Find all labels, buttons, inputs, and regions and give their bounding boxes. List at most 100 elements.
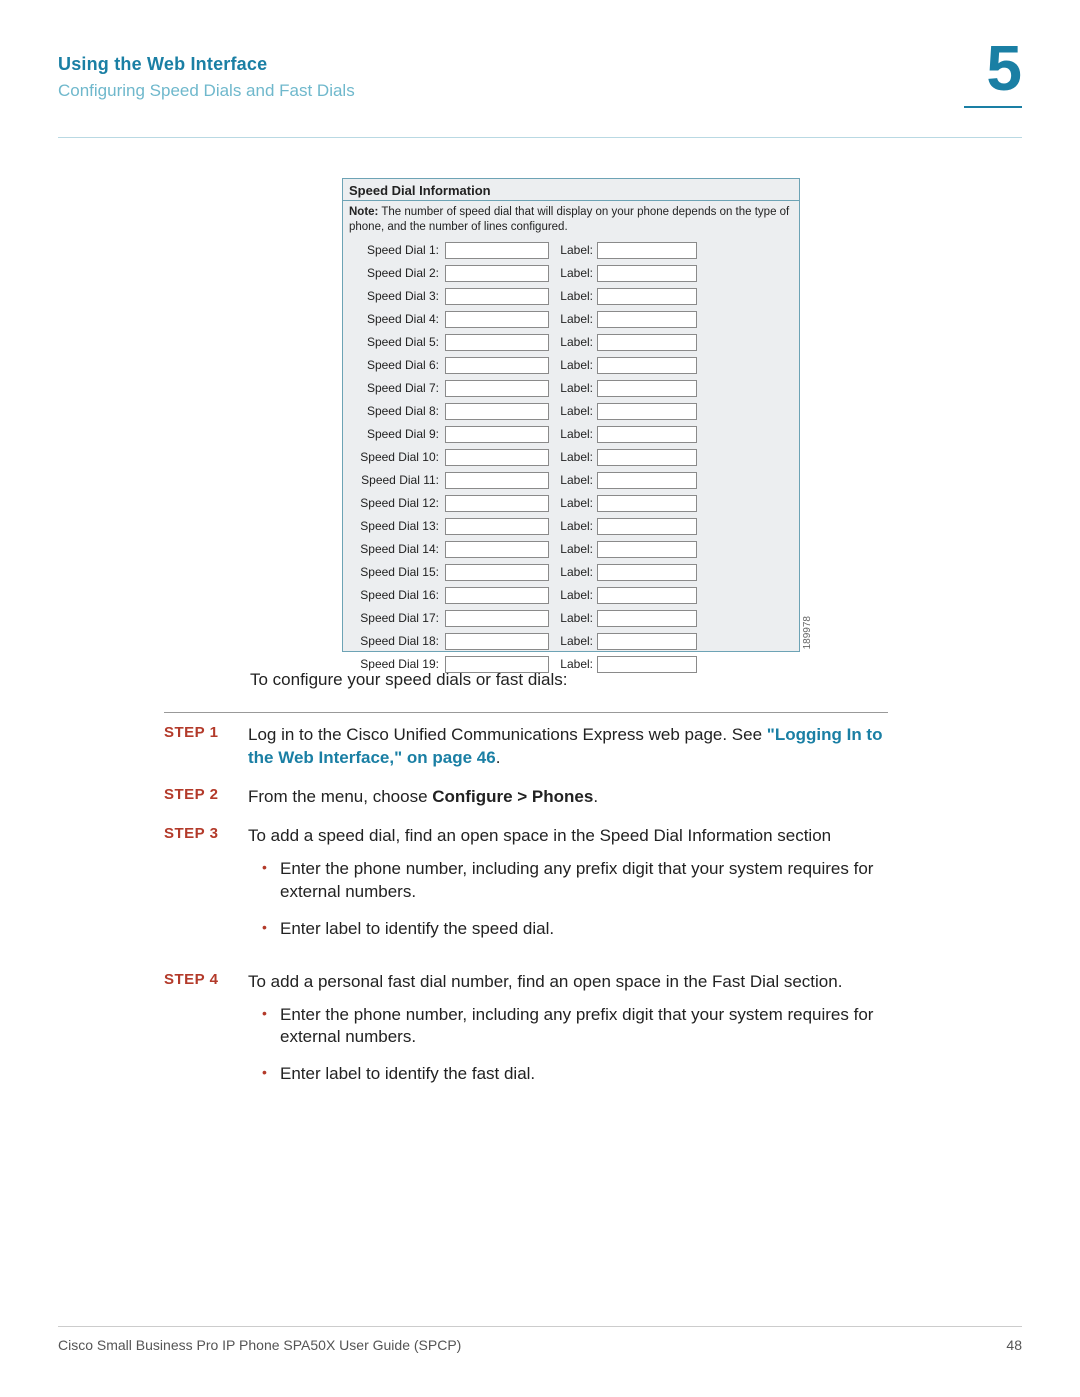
- header-rule: [58, 137, 1022, 138]
- speed-dial-label: Speed Dial 16:: [345, 588, 441, 602]
- speed-dial-row: Speed Dial 9:Label:: [345, 423, 797, 446]
- speed-dial-label: Speed Dial 5:: [345, 335, 441, 349]
- speed-dial-label: Speed Dial 11:: [345, 473, 441, 487]
- speed-dial-row: Speed Dial 7:Label:: [345, 377, 797, 400]
- speed-dial-input[interactable]: [445, 541, 549, 558]
- speed-dial-row: Speed Dial 2:Label:: [345, 262, 797, 285]
- speed-dial-input[interactable]: [445, 403, 549, 420]
- speed-dial-input[interactable]: [445, 518, 549, 535]
- label-input[interactable]: [597, 610, 697, 627]
- step-1-post: .: [496, 748, 501, 767]
- step-3-text: To add a speed dial, find an open space …: [248, 826, 831, 845]
- speed-dial-label: Speed Dial 3:: [345, 289, 441, 303]
- label-text: Label:: [553, 634, 593, 648]
- step-3-body: To add a speed dial, find an open space …: [248, 825, 888, 955]
- label-input[interactable]: [597, 311, 697, 328]
- step-2-post: .: [593, 787, 598, 806]
- speed-dial-row: Speed Dial 13:Label:: [345, 515, 797, 538]
- step-4-bullet-2: Enter label to identify the fast dial.: [262, 1063, 888, 1086]
- speed-dial-label: Speed Dial 7:: [345, 381, 441, 395]
- speed-dial-label: Speed Dial 8:: [345, 404, 441, 418]
- intro-text: To configure your speed dials or fast di…: [250, 670, 890, 690]
- label-text: Label:: [553, 565, 593, 579]
- speed-dial-input[interactable]: [445, 311, 549, 328]
- label-text: Label:: [553, 358, 593, 372]
- footer-rule: [58, 1326, 1022, 1327]
- speed-dial-row: Speed Dial 16:Label:: [345, 584, 797, 607]
- label-text: Label:: [553, 611, 593, 625]
- label-input[interactable]: [597, 518, 697, 535]
- label-input[interactable]: [597, 288, 697, 305]
- speed-dial-label: Speed Dial 15:: [345, 565, 441, 579]
- speed-dial-row: Speed Dial 15: Label:: [345, 561, 797, 584]
- speed-dial-row: Speed Dial 8:Label:: [345, 400, 797, 423]
- speed-dial-input[interactable]: [445, 472, 549, 489]
- speed-dial-input[interactable]: [445, 380, 549, 397]
- label-input[interactable]: [597, 495, 697, 512]
- label-text: Label:: [553, 266, 593, 280]
- speed-dial-input[interactable]: [445, 242, 549, 259]
- label-input[interactable]: [597, 633, 697, 650]
- speed-dial-row: Speed Dial 11: Label:: [345, 469, 797, 492]
- label-text: Label:: [553, 312, 593, 326]
- label-input[interactable]: [597, 449, 697, 466]
- speed-dial-input[interactable]: [445, 265, 549, 282]
- speed-dial-input[interactable]: [445, 288, 549, 305]
- speed-dial-input[interactable]: [445, 633, 549, 650]
- speed-dial-input[interactable]: [445, 334, 549, 351]
- speed-dial-input[interactable]: [445, 610, 549, 627]
- label-input[interactable]: [597, 587, 697, 604]
- speed-dial-row: Speed Dial 12: Label:: [345, 492, 797, 515]
- speed-dial-label: Speed Dial 4:: [345, 312, 441, 326]
- step-4-body: To add a personal fast dial number, find…: [248, 971, 888, 1101]
- step-3-bullet-1: Enter the phone number, including any pr…: [262, 858, 888, 904]
- speed-dial-input[interactable]: [445, 426, 549, 443]
- step-2-label: STEP 2: [164, 786, 248, 809]
- label-input[interactable]: [597, 265, 697, 282]
- label-input[interactable]: [597, 380, 697, 397]
- label-input[interactable]: [597, 334, 697, 351]
- label-text: Label:: [553, 496, 593, 510]
- step-3-label: STEP 3: [164, 825, 248, 955]
- step-3-bullet-2: Enter label to identify the speed dial.: [262, 918, 888, 941]
- speed-dial-label: Speed Dial 18:: [345, 634, 441, 648]
- label-text: Label:: [553, 243, 593, 257]
- label-input[interactable]: [597, 472, 697, 489]
- step-4-bullet-1: Enter the phone number, including any pr…: [262, 1004, 888, 1050]
- speed-dial-label: Speed Dial 12:: [345, 496, 441, 510]
- speed-dial-input[interactable]: [445, 564, 549, 581]
- step-4-label: STEP 4: [164, 971, 248, 1101]
- label-input[interactable]: [597, 357, 697, 374]
- panel-note: Note: The number of speed dial that will…: [343, 201, 799, 239]
- label-text: Label:: [553, 542, 593, 556]
- label-input[interactable]: [597, 426, 697, 443]
- speed-dial-label: Speed Dial 14:: [345, 542, 441, 556]
- label-text: Label:: [553, 335, 593, 349]
- speed-dial-label: Speed Dial 10:: [345, 450, 441, 464]
- label-text: Label:: [553, 473, 593, 487]
- step-2-pre: From the menu, choose: [248, 787, 432, 806]
- label-input[interactable]: [597, 564, 697, 581]
- label-text: Label:: [553, 450, 593, 464]
- label-text: Label:: [553, 427, 593, 441]
- speed-dial-row: Speed Dial 14: Label:: [345, 538, 797, 561]
- chapter-number: 5: [964, 36, 1022, 100]
- speed-dial-row: Speed Dial 18: Label:: [345, 630, 797, 653]
- step-1-pre: Log in to the Cisco Unified Communicatio…: [248, 725, 767, 744]
- note-bold: Note:: [349, 206, 378, 218]
- speed-dial-input[interactable]: [445, 587, 549, 604]
- speed-dial-input[interactable]: [445, 449, 549, 466]
- label-input[interactable]: [597, 242, 697, 259]
- speed-dial-label: Speed Dial 13:: [345, 519, 441, 533]
- speed-dial-input[interactable]: [445, 357, 549, 374]
- step-2-bold: Configure > Phones: [432, 787, 593, 806]
- speed-dial-input[interactable]: [445, 495, 549, 512]
- step-4-text: To add a personal fast dial number, find…: [248, 972, 842, 991]
- steps-rule: [164, 712, 888, 713]
- footer-left: Cisco Small Business Pro IP Phone SPA50X…: [58, 1337, 461, 1353]
- label-input[interactable]: [597, 541, 697, 558]
- label-input[interactable]: [597, 403, 697, 420]
- speed-dial-label: Speed Dial 6:: [345, 358, 441, 372]
- speed-dial-label: Speed Dial 1:: [345, 243, 441, 257]
- speed-dial-row: Speed Dial 3:Label:: [345, 285, 797, 308]
